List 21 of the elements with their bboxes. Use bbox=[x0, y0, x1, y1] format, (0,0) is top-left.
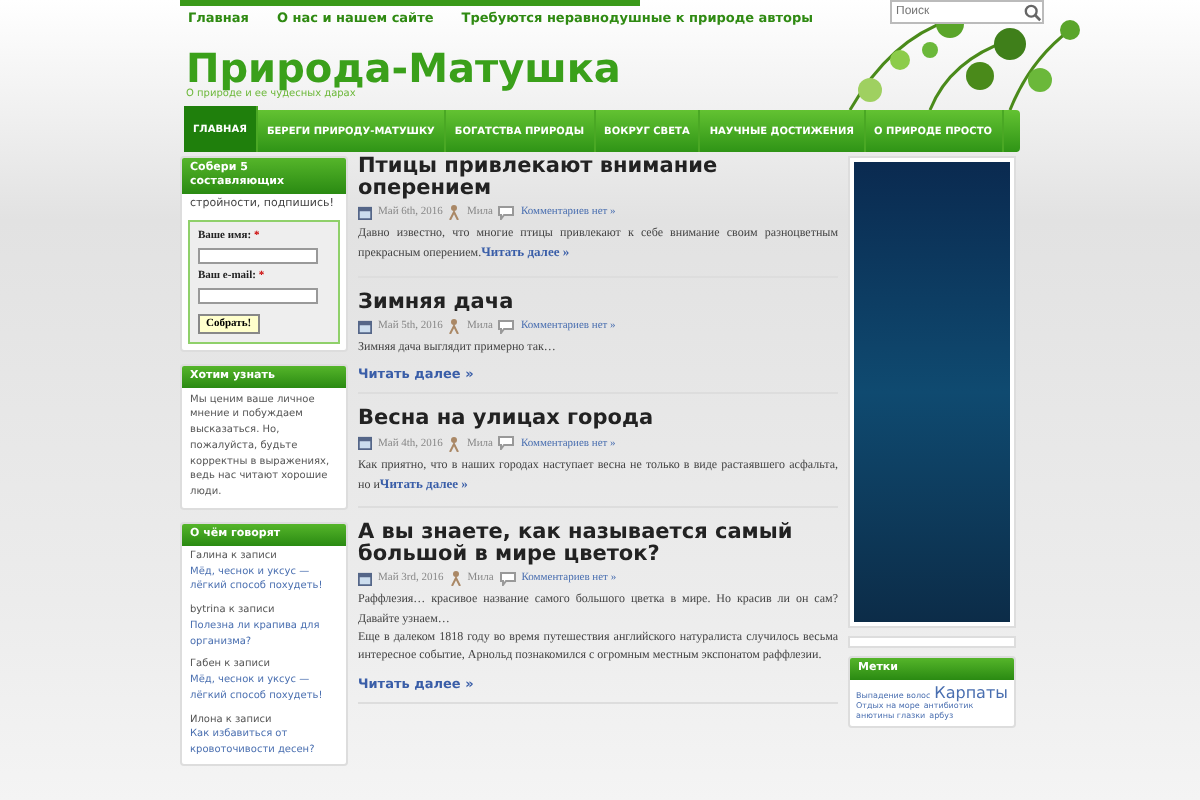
calendar-icon bbox=[358, 205, 372, 219]
site-title[interactable]: Природа-Матушка bbox=[186, 48, 640, 88]
calendar-icon bbox=[358, 319, 372, 334]
tag-link[interactable]: Карпаты bbox=[934, 683, 1008, 703]
person-icon bbox=[448, 318, 461, 335]
post-title[interactable]: Птицы привлекают внимание оперением bbox=[358, 156, 838, 198]
speech-bubble-icon bbox=[498, 205, 515, 219]
email-input[interactable] bbox=[198, 287, 318, 304]
person-icon bbox=[448, 435, 461, 452]
calendar-icon bbox=[358, 436, 372, 451]
calendar-icon bbox=[358, 571, 372, 586]
speech-bubble-icon bbox=[498, 319, 515, 334]
search-icon[interactable] bbox=[1024, 3, 1042, 21]
post-title[interactable]: А вы знаете, как называется самый большой в мире цветок? bbox=[358, 522, 838, 565]
person-icon bbox=[448, 204, 461, 220]
name-input[interactable] bbox=[198, 247, 318, 264]
speech-bubble-icon bbox=[499, 571, 516, 586]
post-title[interactable]: Весна на улицах города bbox=[358, 408, 838, 430]
post-title[interactable]: Зимняя дача bbox=[358, 291, 838, 313]
person-icon bbox=[449, 570, 462, 587]
speech-bubble-icon bbox=[498, 436, 515, 451]
